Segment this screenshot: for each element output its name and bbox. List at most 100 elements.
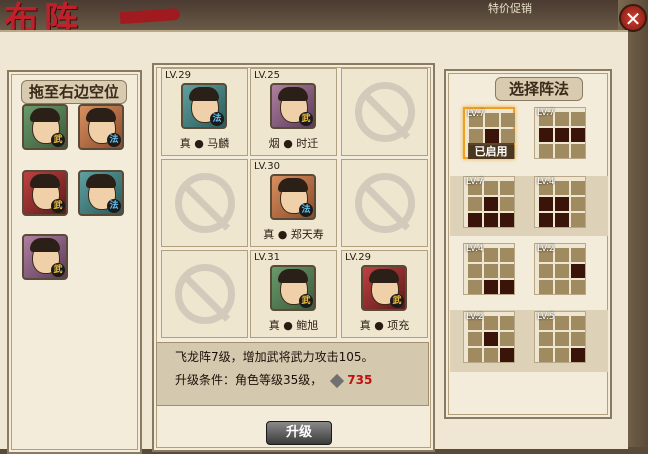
formation-cell <box>539 128 553 142</box>
formation-cell <box>571 248 585 262</box>
formation-cell <box>555 248 569 262</box>
formation-cell <box>501 113 515 127</box>
formation-option[interactable]: LV.4 <box>463 243 515 295</box>
hero-hair <box>278 178 308 192</box>
reserve-hero-portrait[interactable]: 武 <box>22 170 68 216</box>
formation-cell <box>500 332 514 346</box>
hero-type-badge: 武 <box>390 294 404 308</box>
formation-cell <box>539 332 553 346</box>
hero-type-badge: 法 <box>210 112 224 126</box>
formation-option[interactable]: LV.7 <box>534 107 586 159</box>
hero-type-badge: 武 <box>299 294 313 308</box>
empty-slot-icon <box>355 82 415 142</box>
formation-cell <box>484 181 498 195</box>
formation-option[interactable]: LV.7 已启用 <box>463 107 515 159</box>
reserve-hero-portrait[interactable]: 法 <box>78 170 124 216</box>
hero-type-badge: 法 <box>299 203 313 217</box>
hero-slot[interactable]: LV.29 法真 ● 马麟 <box>161 68 248 156</box>
formation-cell <box>500 248 514 262</box>
formation-pattern <box>539 316 585 362</box>
reserve-hero-portrait[interactable]: 武 <box>22 104 68 150</box>
hero-slot[interactable]: LV.29 武真 ● 项充 <box>341 250 428 338</box>
empty-slot[interactable] <box>161 159 248 247</box>
formation-level: LV.4 <box>537 177 555 187</box>
formation-option[interactable]: LV.2 <box>534 243 586 295</box>
formation-pattern <box>539 248 585 294</box>
formation-cell <box>571 128 585 142</box>
hero-portrait[interactable]: 武 <box>270 83 316 129</box>
formation-option[interactable]: LV.5 <box>534 311 586 363</box>
empty-slot[interactable] <box>161 250 248 338</box>
hero-level: LV.29 <box>165 70 191 81</box>
empty-slot-icon <box>355 173 415 233</box>
hero-name: 真 ● 鲍旭 <box>268 319 319 332</box>
formation-option[interactable]: LV.2 <box>463 311 515 363</box>
formation-cell <box>500 264 514 278</box>
formation-cell <box>539 264 553 278</box>
hero-hair <box>86 174 116 188</box>
hero-portrait[interactable]: 法 <box>270 174 316 220</box>
formation-level: LV.2 <box>537 244 555 254</box>
formation-level: LV.7 <box>466 177 484 187</box>
hero-slot[interactable]: LV.30 法真 ● 郑天寿 <box>250 159 337 247</box>
formation-cell <box>484 348 498 362</box>
formation-option[interactable]: LV.4 <box>534 176 586 228</box>
formation-cell <box>484 264 498 278</box>
hero-level: LV.25 <box>254 70 280 81</box>
hero-name: 真 ● 郑天寿 <box>263 228 324 241</box>
formation-cell <box>571 280 585 294</box>
formation-cell <box>571 332 585 346</box>
formation-pattern <box>539 181 585 227</box>
formation-cell <box>539 280 553 294</box>
formation-cell <box>468 332 482 346</box>
formation-cell <box>500 348 514 362</box>
promo-link[interactable]: 特价促销 <box>488 0 532 16</box>
formation-cell <box>539 197 553 211</box>
upgrade-button[interactable]: 升级 <box>266 421 332 445</box>
hero-hair <box>30 174 60 188</box>
hero-type-badge: 武 <box>51 263 65 277</box>
gem-icon <box>330 373 345 388</box>
hero-hair <box>189 87 219 101</box>
formation-level: LV.4 <box>466 244 484 254</box>
formation-option[interactable]: LV.7 <box>463 176 515 228</box>
reserve-title: 拖至右边空位 <box>21 80 127 104</box>
formation-cell <box>484 280 498 294</box>
formation-level: LV.7 <box>537 108 555 118</box>
formation-cell <box>571 112 585 126</box>
formation-cell <box>484 332 498 346</box>
formation-cell <box>500 213 514 227</box>
formation-cell <box>555 144 569 158</box>
formation-cell <box>484 213 498 227</box>
hero-name: 真 ● 项充 <box>359 319 410 332</box>
formation-cell <box>571 264 585 278</box>
formation-cell <box>571 144 585 158</box>
formation-cell <box>555 213 569 227</box>
reserve-hero-portrait[interactable]: 法 <box>78 104 124 150</box>
hero-portrait[interactable]: 武 <box>270 265 316 311</box>
formation-effect-text: 飞龙阵7级，增加武将武力攻击105。 <box>175 350 374 364</box>
hero-type-badge: 武 <box>299 112 313 126</box>
hero-hair <box>30 108 60 122</box>
empty-slot[interactable] <box>341 68 428 156</box>
hero-slot[interactable]: LV.25 武烟 ● 时迁 <box>250 68 337 156</box>
reserve-hero-portrait[interactable]: 武 <box>22 234 68 280</box>
hero-type-badge: 法 <box>107 133 121 147</box>
formation-pattern <box>468 316 514 362</box>
formation-cell <box>555 181 569 195</box>
formation-level: LV.7 <box>467 109 485 119</box>
hero-type-badge: 武 <box>51 133 65 147</box>
formation-cell <box>500 181 514 195</box>
hero-slot[interactable]: LV.31 武真 ● 鲍旭 <box>250 250 337 338</box>
formation-pattern <box>468 181 514 227</box>
hero-level: LV.30 <box>254 161 280 172</box>
empty-slot[interactable] <box>341 159 428 247</box>
hero-portrait[interactable]: 法 <box>181 83 227 129</box>
formation-cell <box>571 213 585 227</box>
hero-level: LV.29 <box>345 252 371 263</box>
formation-info: 飞龙阵7级，增加武将武力攻击105。 升级条件：角色等级35级， 735 <box>156 342 429 406</box>
close-button[interactable]: ✕ <box>619 4 647 32</box>
hero-portrait[interactable]: 武 <box>361 265 407 311</box>
hero-hair <box>30 238 60 252</box>
formation-cell <box>571 316 585 330</box>
